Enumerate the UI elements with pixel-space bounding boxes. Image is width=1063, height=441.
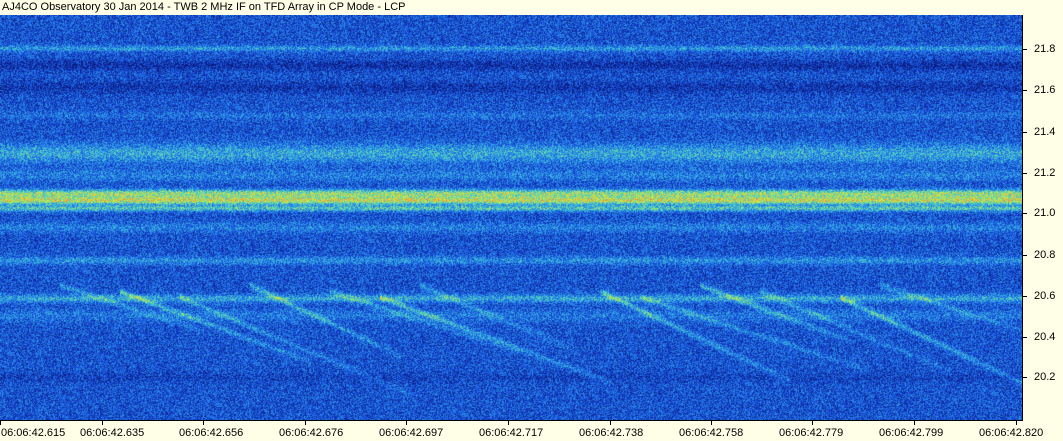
frequency-tick-label: 20.8: [1034, 249, 1056, 261]
time-tick: [305, 420, 306, 425]
time-tick-label: 06:06:42.758: [679, 427, 744, 439]
window-title: AJ4CO Observatory 30 Jan 2014 - TWB 2 MH…: [2, 1, 406, 13]
frequency-tick-label: 21.8: [1034, 43, 1056, 55]
time-tick-label: 06:06:42.820: [979, 427, 1044, 439]
time-tick-label: 06:06:42.717: [479, 427, 544, 439]
frequency-tick-label: 21.2: [1034, 167, 1056, 179]
frequency-tick-label: 20.2: [1034, 371, 1056, 383]
time-tick: [508, 420, 509, 425]
frequency-tick-label: 21.0: [1034, 207, 1056, 219]
frequency-tick: [1022, 90, 1027, 91]
frequency-tick: [1022, 296, 1027, 297]
time-tick: [812, 420, 813, 425]
frequency-axis: 21.8 21.6 21.4 21.2 21.0 20.8 20.6 20.4 …: [1022, 15, 1063, 420]
time-tick: [711, 420, 712, 425]
frequency-axis-line: [1022, 15, 1023, 420]
frequency-tick-label: 20.6: [1034, 290, 1056, 302]
time-tick-label: 06:06:42.779: [779, 427, 844, 439]
title-bar: AJ4CO Observatory 30 Jan 2014 - TWB 2 MH…: [0, 0, 1063, 15]
time-tick-label: 06:06:42.697: [379, 427, 444, 439]
frequency-tick-label: 20.4: [1034, 331, 1056, 343]
time-tick-label: 06:06:42.676: [279, 427, 344, 439]
frequency-tick: [1022, 213, 1027, 214]
time-tick-label: 06:06:42.615: [1, 427, 66, 439]
frequency-tick: [1022, 49, 1027, 50]
time-axis: 06:06:42.615 06:06:42.635 06:06:42.656 0…: [0, 420, 1063, 441]
frequency-tick: [1022, 132, 1027, 133]
time-tick: [102, 420, 103, 425]
time-tick: [610, 420, 611, 425]
spectrogram-window: AJ4CO Observatory 30 Jan 2014 - TWB 2 MH…: [0, 0, 1063, 441]
time-tick-label: 06:06:42.799: [879, 427, 944, 439]
frequency-tick: [1022, 337, 1027, 338]
time-tick-label: 06:06:42.738: [579, 427, 644, 439]
time-tick-label: 06:06:42.656: [179, 427, 244, 439]
frequency-tick: [1022, 173, 1027, 174]
time-tick: [914, 420, 915, 425]
frequency-tick: [1022, 377, 1027, 378]
frequency-tick-label: 21.4: [1034, 126, 1056, 138]
time-tick: [0, 420, 1, 425]
spectrogram-plot: [0, 15, 1022, 420]
time-tick: [1016, 420, 1017, 425]
time-tick-label: 06:06:42.635: [80, 427, 145, 439]
frequency-tick: [1022, 255, 1027, 256]
time-tick: [406, 420, 407, 425]
time-axis-line: [0, 420, 1023, 421]
time-tick: [203, 420, 204, 425]
frequency-tick-label: 21.6: [1034, 84, 1056, 96]
